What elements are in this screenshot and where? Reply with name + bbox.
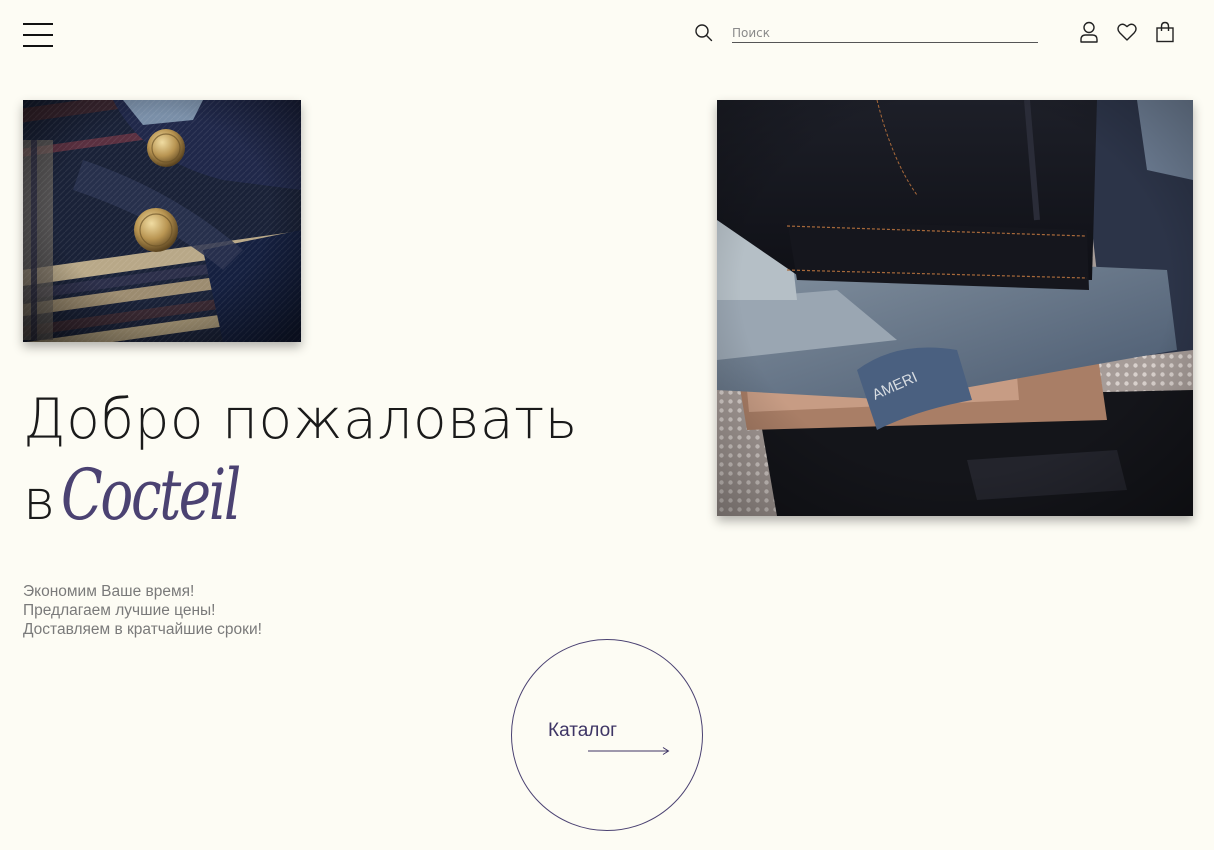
menu-bar <box>23 45 53 47</box>
heart-icon[interactable] <box>1117 21 1137 43</box>
menu-bar <box>23 23 53 25</box>
benefit-item: Доставляем в кратчайшие сроки! <box>23 621 262 638</box>
plaid-shirt-photo <box>23 100 301 342</box>
benefit-item: Предлагаем лучшие цены! <box>23 602 216 619</box>
catalog-label: Каталог <box>548 720 618 741</box>
shopping-bag-icon[interactable] <box>1155 21 1175 43</box>
hamburger-menu-icon[interactable] <box>23 23 53 47</box>
welcome-heading: Добро пожаловать <box>23 387 578 451</box>
arrow-right-icon <box>588 747 670 755</box>
user-icon[interactable] <box>1079 21 1099 43</box>
search-icon[interactable] <box>694 23 713 42</box>
folded-jeans-photo: AMERI <box>717 100 1193 516</box>
benefits-list: Экономим Ваше время! Предлагаем лучшие ц… <box>23 582 262 639</box>
brand-name: Cocteil <box>61 454 241 536</box>
menu-bar <box>23 34 53 36</box>
welcome-preposition: в <box>23 468 56 532</box>
benefit-item: Экономим Ваше время! <box>23 583 195 600</box>
search-input[interactable] <box>732 24 1038 43</box>
catalog-button[interactable]: Каталог <box>511 639 703 831</box>
welcome-heading-brand-line: вCocteil <box>23 460 289 530</box>
